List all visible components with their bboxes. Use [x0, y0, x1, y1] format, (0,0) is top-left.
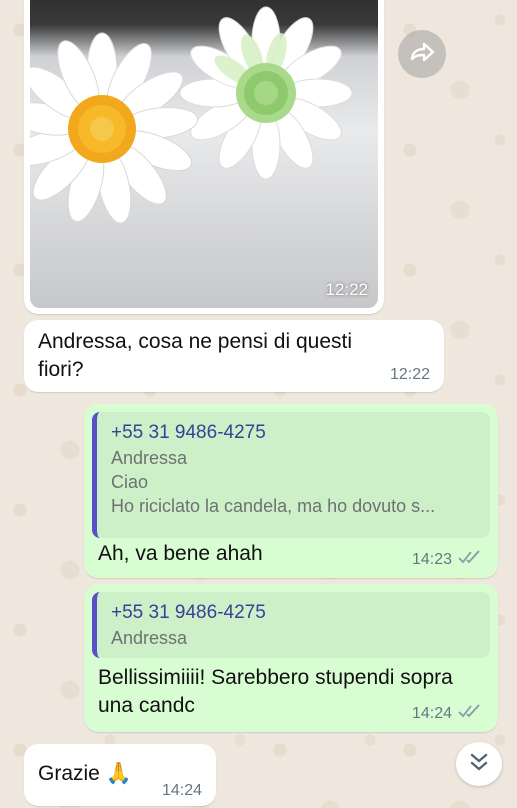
- quoted-message[interactable]: +55 31 9486-4275 Andressa: [92, 592, 490, 658]
- message-text: Bellissimiiii! Sarebbero stupendi sopra …: [98, 666, 453, 717]
- outgoing-reply-message[interactable]: +55 31 9486-4275 Andressa Bellissimiiii!…: [84, 584, 498, 732]
- quoted-name: Andressa: [111, 448, 188, 468]
- forward-button[interactable]: [398, 30, 446, 78]
- quoted-message[interactable]: +55 31 9486-4275 Andressa Ciao Ho ricicl…: [92, 412, 490, 538]
- double-check-icon: [458, 703, 484, 724]
- image-message[interactable]: 12:22: [24, 0, 384, 314]
- message-text: Grazie 🙏: [38, 762, 132, 785]
- incoming-message[interactable]: Andressa, cosa ne pensi di questi fiori?…: [24, 320, 444, 392]
- message-time: 14:24: [161, 782, 202, 799]
- message-time: 14:24: [411, 704, 452, 722]
- message-text: Andressa, cosa ne pensi di questi fiori?: [38, 330, 353, 381]
- message-meta: 12:22: [390, 366, 430, 384]
- message-meta: 14:24: [162, 782, 202, 800]
- flowers-photo[interactable]: 12:22: [30, 0, 378, 308]
- quoted-line: Ciao: [111, 472, 149, 492]
- double-check-icon: [458, 549, 484, 570]
- photo-drawing: [30, 6, 353, 224]
- double-chevron-down-icon: [468, 751, 490, 778]
- quoted-sender: +55 31 9486-4275: [111, 422, 266, 443]
- quoted-line: Ho riciclato la candela, ma ho dovuto s.…: [111, 496, 436, 516]
- quoted-name: Andressa: [111, 628, 188, 648]
- outgoing-reply-message[interactable]: +55 31 9486-4275 Andressa Ciao Ho ricicl…: [84, 404, 498, 578]
- message-time: 14:23: [411, 550, 452, 568]
- message-text: Ah, va bene ahah: [98, 542, 263, 565]
- chat-area[interactable]: 12:22 Andressa, cosa ne pensi di questi …: [0, 0, 517, 808]
- incoming-message[interactable]: Grazie 🙏 14:24: [24, 744, 216, 806]
- message-meta: 14:24: [412, 703, 484, 724]
- scroll-to-bottom-button[interactable]: [456, 742, 502, 786]
- message-meta: 14:23: [412, 549, 484, 570]
- forward-icon: [409, 42, 435, 67]
- image-time: 12:22: [325, 280, 368, 299]
- message-time: 12:22: [389, 366, 430, 383]
- quoted-sender: +55 31 9486-4275: [111, 602, 266, 623]
